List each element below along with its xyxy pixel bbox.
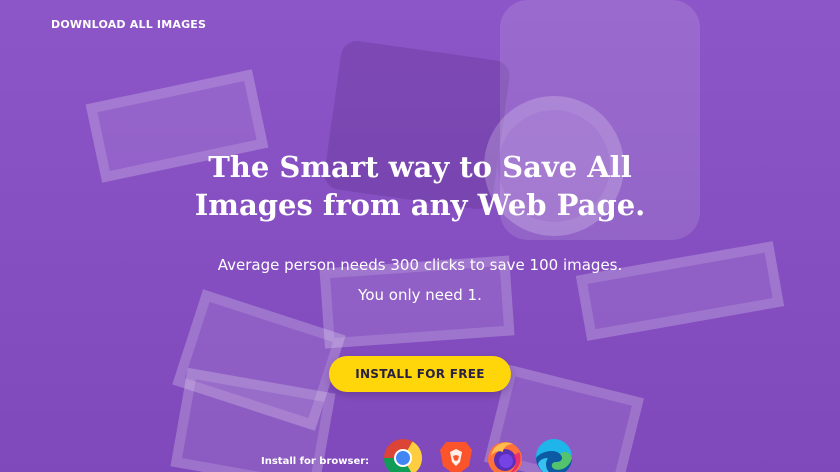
chrome-icon[interactable] — [383, 438, 423, 472]
download-all-images-link[interactable]: DOWNLOAD ALL IMAGES — [51, 18, 206, 31]
page-title: The Smart way to Save All Images from an… — [0, 148, 840, 224]
hero-background — [0, 0, 840, 472]
headline-line-2: Images from any Web Page. — [194, 188, 646, 222]
install-for-browser-label: Install for browser: — [261, 456, 370, 467]
browser-install-row: Install for browser: — [0, 436, 840, 472]
subtext-line-2: You only need 1. — [358, 286, 482, 304]
firefox-icon[interactable] — [485, 438, 525, 472]
edge-icon[interactable] — [534, 438, 574, 472]
headline-line-1: The Smart way to Save All — [208, 150, 632, 184]
brave-icon[interactable] — [436, 438, 476, 472]
install-for-free-button[interactable]: INSTALL FOR FREE — [329, 356, 511, 392]
subtext-line-1: Average person needs 300 clicks to save … — [217, 256, 623, 274]
